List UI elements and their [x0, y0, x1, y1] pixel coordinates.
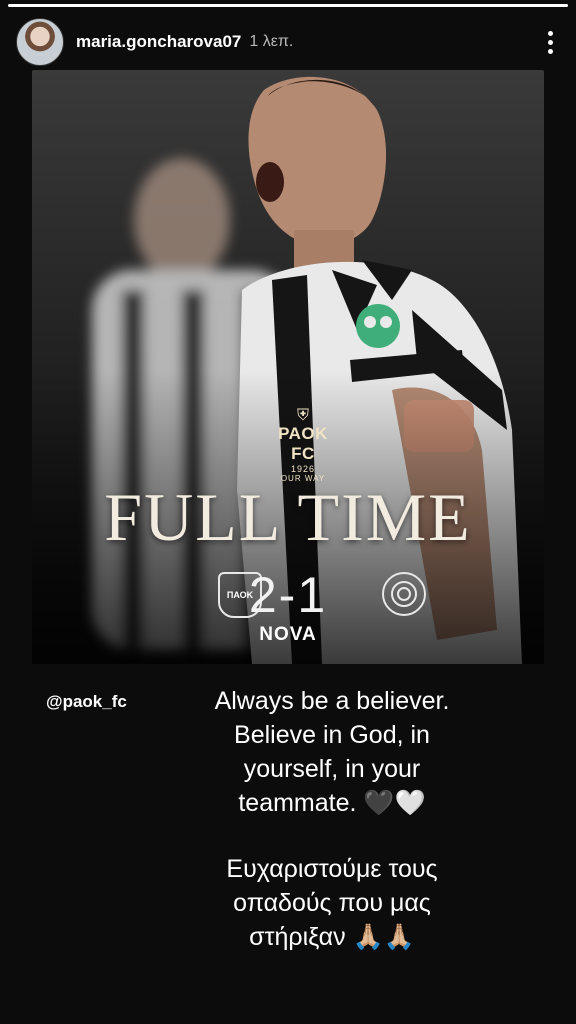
away-team-crest-icon	[382, 572, 426, 616]
caption-english: Always be a believer. Believe in God, in…	[214, 687, 450, 817]
more-vertical-icon[interactable]	[540, 27, 560, 57]
story-progress-fill	[8, 4, 568, 7]
mention-sticker[interactable]: @paok_fc	[42, 690, 131, 714]
full-time-headline: FULL TIME	[104, 479, 472, 555]
score-row: ΠΑΟΚ 2-1	[32, 566, 544, 623]
club-name: PAOK FC	[278, 424, 328, 463]
story-viewer[interactable]: maria.goncharova07 1 λεπ. ⛨ PAOK FC 1926…	[0, 0, 576, 1024]
avatar[interactable]	[16, 18, 64, 66]
broadcaster-logo: NOVA	[259, 624, 317, 645]
story-image: ⛨ PAOK FC 1926 OUR WAY FULL TIME ΠΑΟΚ 2-…	[32, 70, 544, 664]
post-time: 1 λεπ.	[249, 33, 294, 50]
username[interactable]: maria.goncharova07	[76, 32, 241, 52]
club-crest-icon: ⛨	[296, 407, 309, 424]
club-year: 1926	[290, 464, 316, 474]
match-score: 2-1	[248, 567, 328, 623]
caption-greek: Ευχαριστούμε τους οπαδούς που μας στήριξ…	[226, 855, 438, 951]
story-progress-bar	[8, 4, 568, 7]
club-logo: ⛨ PAOK FC 1926 OUR WAY	[268, 407, 338, 484]
story-header: maria.goncharova07 1 λεπ.	[16, 18, 560, 66]
